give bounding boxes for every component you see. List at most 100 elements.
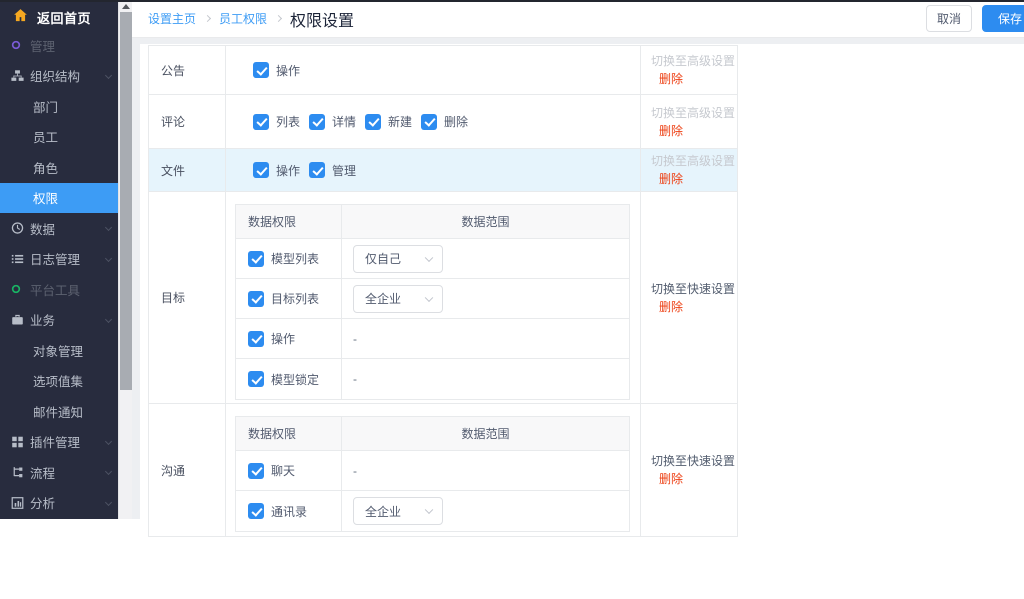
sidebar-item-9[interactable]: 业务 — [0, 305, 118, 336]
data-permission-cell: 操作 — [236, 319, 342, 358]
sidebar-item-13[interactable]: 插件管理 — [0, 427, 118, 458]
scrollbar-up-arrow-icon[interactable] — [122, 4, 130, 9]
breadcrumb-link-1[interactable]: 员工权限 — [219, 10, 267, 27]
permissions-cell: 数据权限 数据范围 模型列表 仅自己 目标列表 — [226, 192, 641, 403]
delete-link[interactable]: 删除 — [651, 70, 737, 88]
sidebar-home-link[interactable]: 返回首页 — [0, 0, 118, 34]
sidebar-scrollbar[interactable] — [118, 0, 132, 519]
sidebar-item-5[interactable]: 权限 — [0, 183, 118, 214]
permissions-cell: 操作 管理 — [226, 149, 641, 191]
breadcrumb-separator-icon — [204, 15, 211, 22]
data-scope-empty: - — [353, 464, 357, 478]
switch-settings-link[interactable]: 切换至高级设置 — [651, 152, 737, 170]
business-icon — [11, 313, 24, 326]
sidebar-item-label: 角色 — [33, 158, 58, 177]
save-button[interactable]: 保存 — [982, 5, 1024, 32]
delete-link[interactable]: 删除 — [651, 298, 737, 316]
actions-cell: 切换至快速设置 删除 — [641, 404, 737, 536]
sidebar-item-3[interactable]: 员工 — [0, 122, 118, 153]
module-name-cell: 目标 — [149, 192, 226, 403]
permission-label: 详情 — [332, 113, 356, 130]
actions-cell: 切换至高级设置 删除 — [641, 46, 737, 94]
sidebar-item-12[interactable]: 邮件通知 — [0, 396, 118, 427]
checkbox-checked[interactable] — [248, 371, 264, 387]
actions-cell: 切换至快速设置 删除 — [641, 192, 737, 403]
log-icon — [11, 252, 24, 265]
switch-settings-link[interactable]: 切换至高级设置 — [651, 52, 737, 70]
checkbox-checked[interactable] — [309, 162, 325, 178]
delete-link[interactable]: 删除 — [651, 122, 737, 140]
cancel-button[interactable]: 取消 — [926, 5, 972, 32]
switch-settings-link[interactable]: 切换至高级设置 — [651, 104, 737, 122]
checkbox-checked[interactable] — [248, 503, 264, 519]
data-scope-select[interactable]: 全企业 — [353, 285, 443, 313]
sidebar-item-label: 员工 — [33, 127, 58, 146]
permission-label: 模型锁定 — [271, 371, 319, 388]
sidebar-item-7[interactable]: 日志管理 — [0, 244, 118, 275]
switch-settings-link[interactable]: 切换至快速设置 — [651, 452, 737, 470]
permission-item-2-1: 管理 — [309, 162, 356, 179]
permissions-cell: 数据权限 数据范围 聊天 - 通讯录 全企业 — [226, 404, 641, 536]
checkbox-checked[interactable] — [253, 162, 269, 178]
scrollbar-thumb[interactable] — [120, 12, 132, 390]
data-scope-select[interactable]: 仅自己 — [353, 245, 443, 273]
module-name-cell: 公告 — [149, 46, 226, 94]
sidebar-item-label: 业务 — [30, 310, 55, 329]
sidebar-item-0[interactable]: 管理 — [0, 30, 118, 61]
sidebar-item-11[interactable]: 选项值集 — [0, 366, 118, 397]
circle-green-icon — [11, 284, 21, 294]
sidebar-item-2[interactable]: 部门 — [0, 91, 118, 122]
data-permission-row: 通讯录 全企业 — [236, 491, 629, 531]
permission-item-1-1: 详情 — [309, 113, 356, 130]
column-header-data-scope: 数据范围 — [342, 205, 629, 238]
permission-label: 管理 — [332, 162, 356, 179]
data-permission-cell: 目标列表 — [236, 279, 342, 318]
home-icon — [13, 8, 28, 26]
data-permission-cell: 通讯录 — [236, 491, 342, 531]
delete-link[interactable]: 删除 — [651, 170, 737, 188]
permission-item-3-n1: 目标列表 — [248, 290, 319, 307]
permissions-cell: 操作 — [226, 46, 641, 94]
permission-item-4-n1: 通讯录 — [248, 503, 307, 520]
data-scope-cell: - — [342, 359, 629, 399]
sidebar-item-label: 邮件通知 — [33, 402, 83, 421]
sidebar-item-15[interactable]: 分析 — [0, 488, 118, 519]
sidebar-item-1[interactable]: 组织结构 — [0, 61, 118, 92]
checkbox-checked[interactable] — [248, 463, 264, 479]
checkbox-checked[interactable] — [253, 114, 269, 130]
checkbox-checked[interactable] — [421, 114, 437, 130]
permissions-table: 公告 操作 切换至高级设置 删除 评论 列表 详情 新建 删除 切换至高级设置 … — [148, 45, 738, 537]
data-permission-table-header: 数据权限 数据范围 — [236, 417, 629, 451]
checkbox-checked[interactable] — [309, 114, 325, 130]
sidebar: 返回首页 管理组织结构部门员工角色权限数据日志管理平台工具业务对象管理选项值集邮… — [0, 0, 118, 519]
permissions-cell: 列表 详情 新建 删除 — [226, 95, 641, 148]
sidebar-item-label: 日志管理 — [30, 249, 80, 268]
sidebar-item-label: 数据 — [30, 219, 55, 238]
permission-item-3-n2: 操作 — [248, 330, 295, 347]
delete-link[interactable]: 删除 — [651, 470, 737, 488]
breadcrumb-link-0[interactable]: 设置主页 — [148, 10, 196, 27]
data-permission-row: 模型锁定 - — [236, 359, 629, 399]
sidebar-item-10[interactable]: 对象管理 — [0, 335, 118, 366]
checkbox-checked[interactable] — [248, 331, 264, 347]
sidebar-item-8[interactable]: 平台工具 — [0, 274, 118, 305]
data-scope-cell: 全企业 — [342, 491, 629, 531]
chevron-down-icon — [425, 506, 433, 514]
data-permission-cell: 模型列表 — [236, 239, 342, 278]
sidebar-menu: 管理组织结构部门员工角色权限数据日志管理平台工具业务对象管理选项值集邮件通知插件… — [0, 30, 118, 518]
switch-settings-link[interactable]: 切换至快速设置 — [651, 280, 737, 298]
checkbox-checked[interactable] — [248, 291, 264, 307]
checkbox-checked[interactable] — [365, 114, 381, 130]
checkbox-checked[interactable] — [253, 62, 269, 78]
module-name: 评论 — [161, 113, 185, 130]
permission-row-2: 文件 操作 管理 切换至高级设置 删除 — [149, 149, 737, 192]
sidebar-item-label: 平台工具 — [30, 280, 80, 299]
sidebar-item-14[interactable]: 流程 — [0, 457, 118, 488]
sidebar-item-6[interactable]: 数据 — [0, 213, 118, 244]
sidebar-item-4[interactable]: 角色 — [0, 152, 118, 183]
checkbox-checked[interactable] — [248, 251, 264, 267]
module-name: 文件 — [161, 162, 185, 179]
permission-item-4-n0: 聊天 — [248, 462, 295, 479]
data-scope-select[interactable]: 全企业 — [353, 497, 443, 525]
window-top-edge — [0, 0, 1024, 2]
